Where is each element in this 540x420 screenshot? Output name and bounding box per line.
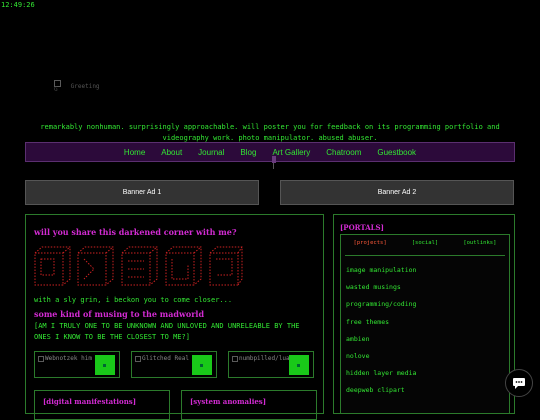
cursor-trail-icon xyxy=(272,156,276,170)
green-square-icon xyxy=(192,355,212,375)
nav-guestbook[interactable]: Guestbook xyxy=(377,148,416,157)
main-panel: will you share this darkened corner with… xyxy=(25,214,324,420)
clock: 12:49:26 xyxy=(1,1,35,9)
button-alt-text: numbpilled/lua xyxy=(239,355,290,362)
portal-links: image manipulation wasted musings progra… xyxy=(346,262,416,400)
nav-chatroom[interactable]: Chatroom xyxy=(326,148,361,157)
broken-image-icon xyxy=(135,355,141,362)
nav-journal[interactable]: Journal xyxy=(198,148,224,157)
tab-projects[interactable]: [projects] xyxy=(354,240,387,252)
broken-image-icon xyxy=(38,355,44,362)
banner-ad-2[interactable]: Banner Ad 2 xyxy=(280,180,514,205)
logo-mark: G xyxy=(54,86,58,93)
banner-ad-1[interactable]: Banner Ad 1 xyxy=(25,180,259,205)
ascii-art-letters xyxy=(34,246,243,286)
tab-outlinks[interactable]: [outlinks] xyxy=(463,240,496,252)
portal-link[interactable]: nolove xyxy=(346,348,416,365)
grin-text: with a sly grin, i beckon you to come cl… xyxy=(34,296,233,304)
portal-link[interactable]: programming/coding xyxy=(346,296,416,313)
nav-about[interactable]: About xyxy=(161,148,182,157)
main-heading: will you share this darkened corner with… xyxy=(34,227,237,237)
button-88x31-1[interactable]: Webnotzek him xyxy=(34,351,120,378)
portals-box: [projects] [social] [outlinks] image man… xyxy=(340,234,510,414)
green-square-icon xyxy=(95,355,115,375)
portal-link[interactable]: ambien xyxy=(346,331,416,348)
logo-alt-text: Greeting xyxy=(70,83,100,90)
button-88x31-3[interactable]: numbpilled/lua xyxy=(228,351,314,378)
button-alt-text: Glitched Real xyxy=(142,355,189,362)
portal-divider xyxy=(345,255,505,256)
chat-bubble-icon xyxy=(513,378,525,389)
nav-home[interactable]: Home xyxy=(124,148,145,157)
portal-link[interactable]: wasted musings xyxy=(346,279,416,296)
portal-link[interactable]: hidden layer media xyxy=(346,365,416,382)
nav-blog[interactable]: Blog xyxy=(240,148,256,157)
portals-title: [PORTALS] xyxy=(340,223,384,232)
portal-link[interactable]: image manipulation xyxy=(346,262,416,279)
tagline: remarkably nonhuman. surprisingly approa… xyxy=(40,123,500,142)
tab-social[interactable]: [social] xyxy=(412,240,439,252)
button-88x31-2[interactable]: Glitched Real xyxy=(131,351,217,378)
madworld-heading: some kind of musing to the madworld xyxy=(34,309,205,319)
green-square-icon xyxy=(289,355,309,375)
shout-text: [AM I TRULY ONE TO BE UNKNOWN AND UNLOVE… xyxy=(34,322,300,341)
main-nav: Home About Journal Blog Art Gallery Chat… xyxy=(25,142,515,162)
chat-button[interactable] xyxy=(505,369,533,397)
broken-image-icon xyxy=(232,355,238,362)
portals-panel: [PORTALS] [projects] [social] [outlinks]… xyxy=(333,214,515,414)
nav-art-gallery[interactable]: Art Gallery xyxy=(272,148,310,157)
portal-tabs: [projects] [social] [outlinks] xyxy=(341,240,509,252)
portal-link[interactable]: free themes xyxy=(346,314,416,331)
portal-link[interactable]: deepweb clipart xyxy=(346,382,416,399)
button-alt-text: Webnotzek him xyxy=(45,355,92,362)
site-logo[interactable]: Greeting G xyxy=(54,73,114,95)
